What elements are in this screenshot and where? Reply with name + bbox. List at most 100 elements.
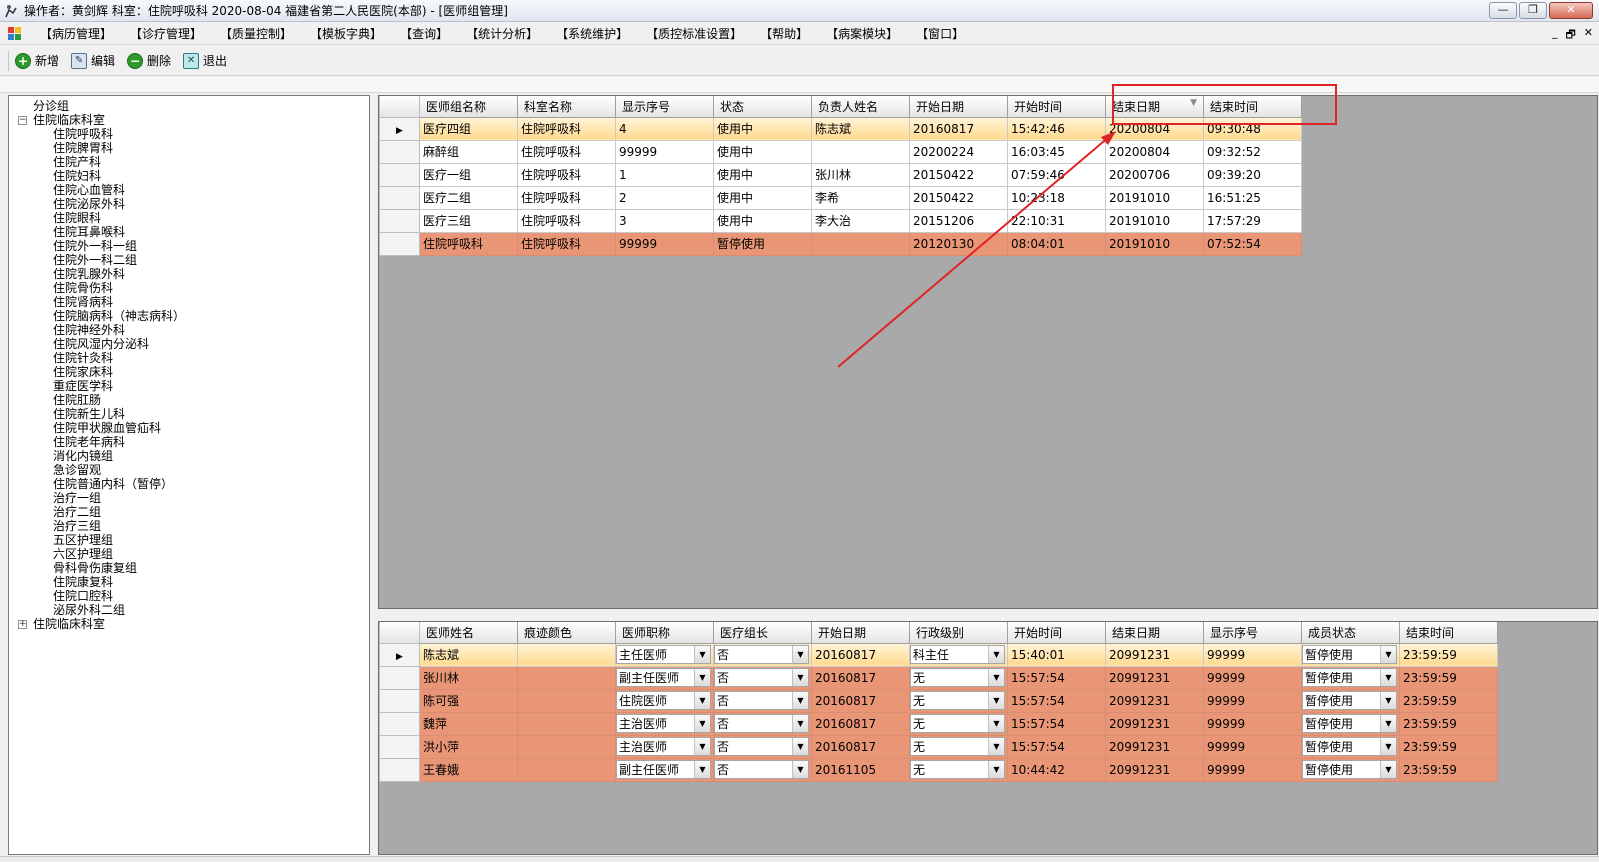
column-header[interactable]: 成员状态 <box>1301 622 1400 644</box>
table-cell[interactable]: 20991231 <box>1105 757 1204 782</box>
table-cell[interactable]: 09:39:20 <box>1203 162 1302 187</box>
dropdown-arrow-icon[interactable]: ▼ <box>792 715 808 732</box>
column-header[interactable]: 医疗组长 <box>713 622 812 644</box>
table-cell[interactable] <box>517 711 616 736</box>
tree-item-inpatient-group-2[interactable]: + 住院临床科室 <box>9 617 369 631</box>
column-header[interactable]: 显示序号 <box>615 96 714 118</box>
admin-level-select[interactable]: 科主任 ▼ <box>910 645 1005 664</box>
dropdown-arrow-icon[interactable]: ▼ <box>1380 692 1396 709</box>
combo-cell[interactable]: 否 ▼ <box>713 642 812 667</box>
member-status-select[interactable]: 暂停使用 ▼ <box>1302 714 1397 733</box>
dropdown-arrow-icon[interactable]: ▼ <box>792 692 808 709</box>
leader-select[interactable]: 否 ▼ <box>714 645 809 664</box>
tree-item-department[interactable]: 住院甲状腺血管疝科 <box>9 421 369 435</box>
row-header[interactable] <box>379 734 420 759</box>
column-header[interactable]: 结束时间 <box>1203 96 1302 118</box>
table-cell[interactable] <box>517 734 616 759</box>
table-cell[interactable]: 20160817 <box>811 665 910 690</box>
restore-button[interactable]: ❐ <box>1519 2 1547 19</box>
dropdown-arrow-icon[interactable]: ▼ <box>988 715 1004 732</box>
table-cell[interactable]: 住院呼吸科 <box>517 231 616 256</box>
table-cell[interactable]: 20200224 <box>909 139 1008 164</box>
table-cell[interactable]: 麻醉组 <box>419 139 518 164</box>
combo-cell[interactable]: 无 ▼ <box>909 688 1008 713</box>
dropdown-arrow-icon[interactable]: ▼ <box>1380 715 1396 732</box>
table-row[interactable]: 医疗一组 住院呼吸科 1 使用中 张川林 20150422 07:59:46 20200706… <box>379 162 1302 187</box>
table-cell[interactable]: 李大治 <box>811 208 910 233</box>
table-cell[interactable]: 99999 <box>1203 688 1302 713</box>
table-row[interactable]: 陈可强 住院医师 ▼ 否 ▼ 20160817 无 ▼ 15:57:54 20991231 9999… <box>379 688 1498 713</box>
table-row[interactable]: 王春娥 副主任医师 ▼ 否 ▼ 20161105 无 ▼ 10:44:42 20991231 999… <box>379 757 1498 782</box>
combo-cell[interactable]: 暂停使用 ▼ <box>1301 642 1400 667</box>
title-select[interactable]: 主任医师 ▼ <box>616 645 711 664</box>
table-cell[interactable]: 使用中 <box>713 185 812 210</box>
combo-cell[interactable]: 副主任医师 ▼ <box>615 757 714 782</box>
table-cell[interactable]: 张川林 <box>419 665 518 690</box>
table-cell[interactable]: 20160817 <box>811 688 910 713</box>
row-header[interactable] <box>379 185 420 210</box>
table-cell[interactable]: 住院呼吸科 <box>517 139 616 164</box>
table-cell[interactable]: 暂停使用 <box>713 231 812 256</box>
dropdown-arrow-icon[interactable]: ▼ <box>988 761 1004 778</box>
dropdown-arrow-icon[interactable]: ▼ <box>694 761 710 778</box>
dropdown-arrow-icon[interactable]: ▼ <box>792 761 808 778</box>
tree-item-department[interactable]: 住院康复科 <box>9 575 369 589</box>
table-cell[interactable]: 99999 <box>615 139 714 164</box>
table-cell[interactable]: 20991231 <box>1105 734 1204 759</box>
table-cell[interactable]: 23:59:59 <box>1399 757 1498 782</box>
table-cell[interactable]: 医疗一组 <box>419 162 518 187</box>
column-header[interactable]: 开始时间 <box>1007 622 1106 644</box>
tree-item-department[interactable]: 治疗三组 <box>9 519 369 533</box>
column-header[interactable]: 结束日期 <box>1105 622 1204 644</box>
table-row[interactable]: 麻醉组 住院呼吸科 99999 使用中 20200224 16:03:45 20200804… <box>379 139 1302 164</box>
column-header[interactable]: 结束时间 <box>1399 622 1498 644</box>
tree-item-department[interactable]: 住院乳腺外科 <box>9 267 369 281</box>
tree-item-department[interactable]: 住院神经外科 <box>9 323 369 337</box>
leader-select[interactable]: 否 ▼ <box>714 737 809 756</box>
table-cell[interactable]: 15:42:46 <box>1007 116 1106 141</box>
expand-icon[interactable]: + <box>18 620 27 629</box>
row-header[interactable] <box>379 231 420 256</box>
column-header[interactable]: 科室名称 <box>517 96 616 118</box>
tree-item-department[interactable]: 住院肾病科 <box>9 295 369 309</box>
tree-item-department[interactable]: 住院呼吸科 <box>9 127 369 141</box>
leader-select[interactable]: 否 ▼ <box>714 668 809 687</box>
row-header[interactable] <box>379 757 420 782</box>
row-header[interactable] <box>379 711 420 736</box>
admin-level-select[interactable]: 无 ▼ <box>910 691 1005 710</box>
table-cell[interactable]: 23:59:59 <box>1399 665 1498 690</box>
leader-select[interactable]: 否 ▼ <box>714 691 809 710</box>
dropdown-arrow-icon[interactable]: ▼ <box>694 692 710 709</box>
mdi-close-button[interactable]: ✕ <box>1584 26 1593 45</box>
combo-cell[interactable]: 暂停使用 ▼ <box>1301 757 1400 782</box>
combo-cell[interactable]: 主治医师 ▼ <box>615 734 714 759</box>
table-cell[interactable]: 23:59:59 <box>1399 688 1498 713</box>
member-status-select[interactable]: 暂停使用 ▼ <box>1302 668 1397 687</box>
table-cell[interactable]: 洪小萍 <box>419 734 518 759</box>
table-cell[interactable]: 20991231 <box>1105 688 1204 713</box>
dropdown-arrow-icon[interactable]: ▼ <box>988 692 1004 709</box>
add-button[interactable]: + 新增 <box>15 52 59 69</box>
table-cell[interactable]: 17:57:29 <box>1203 208 1302 233</box>
table-cell[interactable]: 20200804 <box>1105 139 1204 164</box>
column-header[interactable]: 医师职称 <box>615 622 714 644</box>
menu-help[interactable]: 【帮助】 <box>752 25 816 42</box>
table-cell[interactable]: 20991231 <box>1105 665 1204 690</box>
row-header[interactable] <box>379 208 420 233</box>
dropdown-arrow-icon[interactable]: ▼ <box>988 738 1004 755</box>
table-cell[interactable]: 李希 <box>811 185 910 210</box>
dropdown-arrow-icon[interactable]: ▼ <box>988 669 1004 686</box>
table-cell[interactable]: 15:57:54 <box>1007 711 1106 736</box>
table-cell[interactable]: 15:57:54 <box>1007 734 1106 759</box>
table-cell[interactable]: 23:59:59 <box>1399 734 1498 759</box>
tree-item-department[interactable]: 住院新生儿科 <box>9 407 369 421</box>
doctor-group-grid[interactable]: 医师组名称 科室名称 显示序号 状态 负责人姓名 开始日期 开始时间 结束日期 ▼ 结束时间 ▶ 医… <box>378 95 1598 609</box>
combo-cell[interactable]: 暂停使用 ▼ <box>1301 665 1400 690</box>
row-header[interactable] <box>379 162 420 187</box>
column-header[interactable]: 显示序号 <box>1203 622 1302 644</box>
title-select[interactable]: 副主任医师 ▼ <box>616 668 711 687</box>
combo-cell[interactable]: 否 ▼ <box>713 665 812 690</box>
table-cell[interactable] <box>517 688 616 713</box>
row-header[interactable] <box>379 665 420 690</box>
table-cell[interactable]: 20191010 <box>1105 208 1204 233</box>
